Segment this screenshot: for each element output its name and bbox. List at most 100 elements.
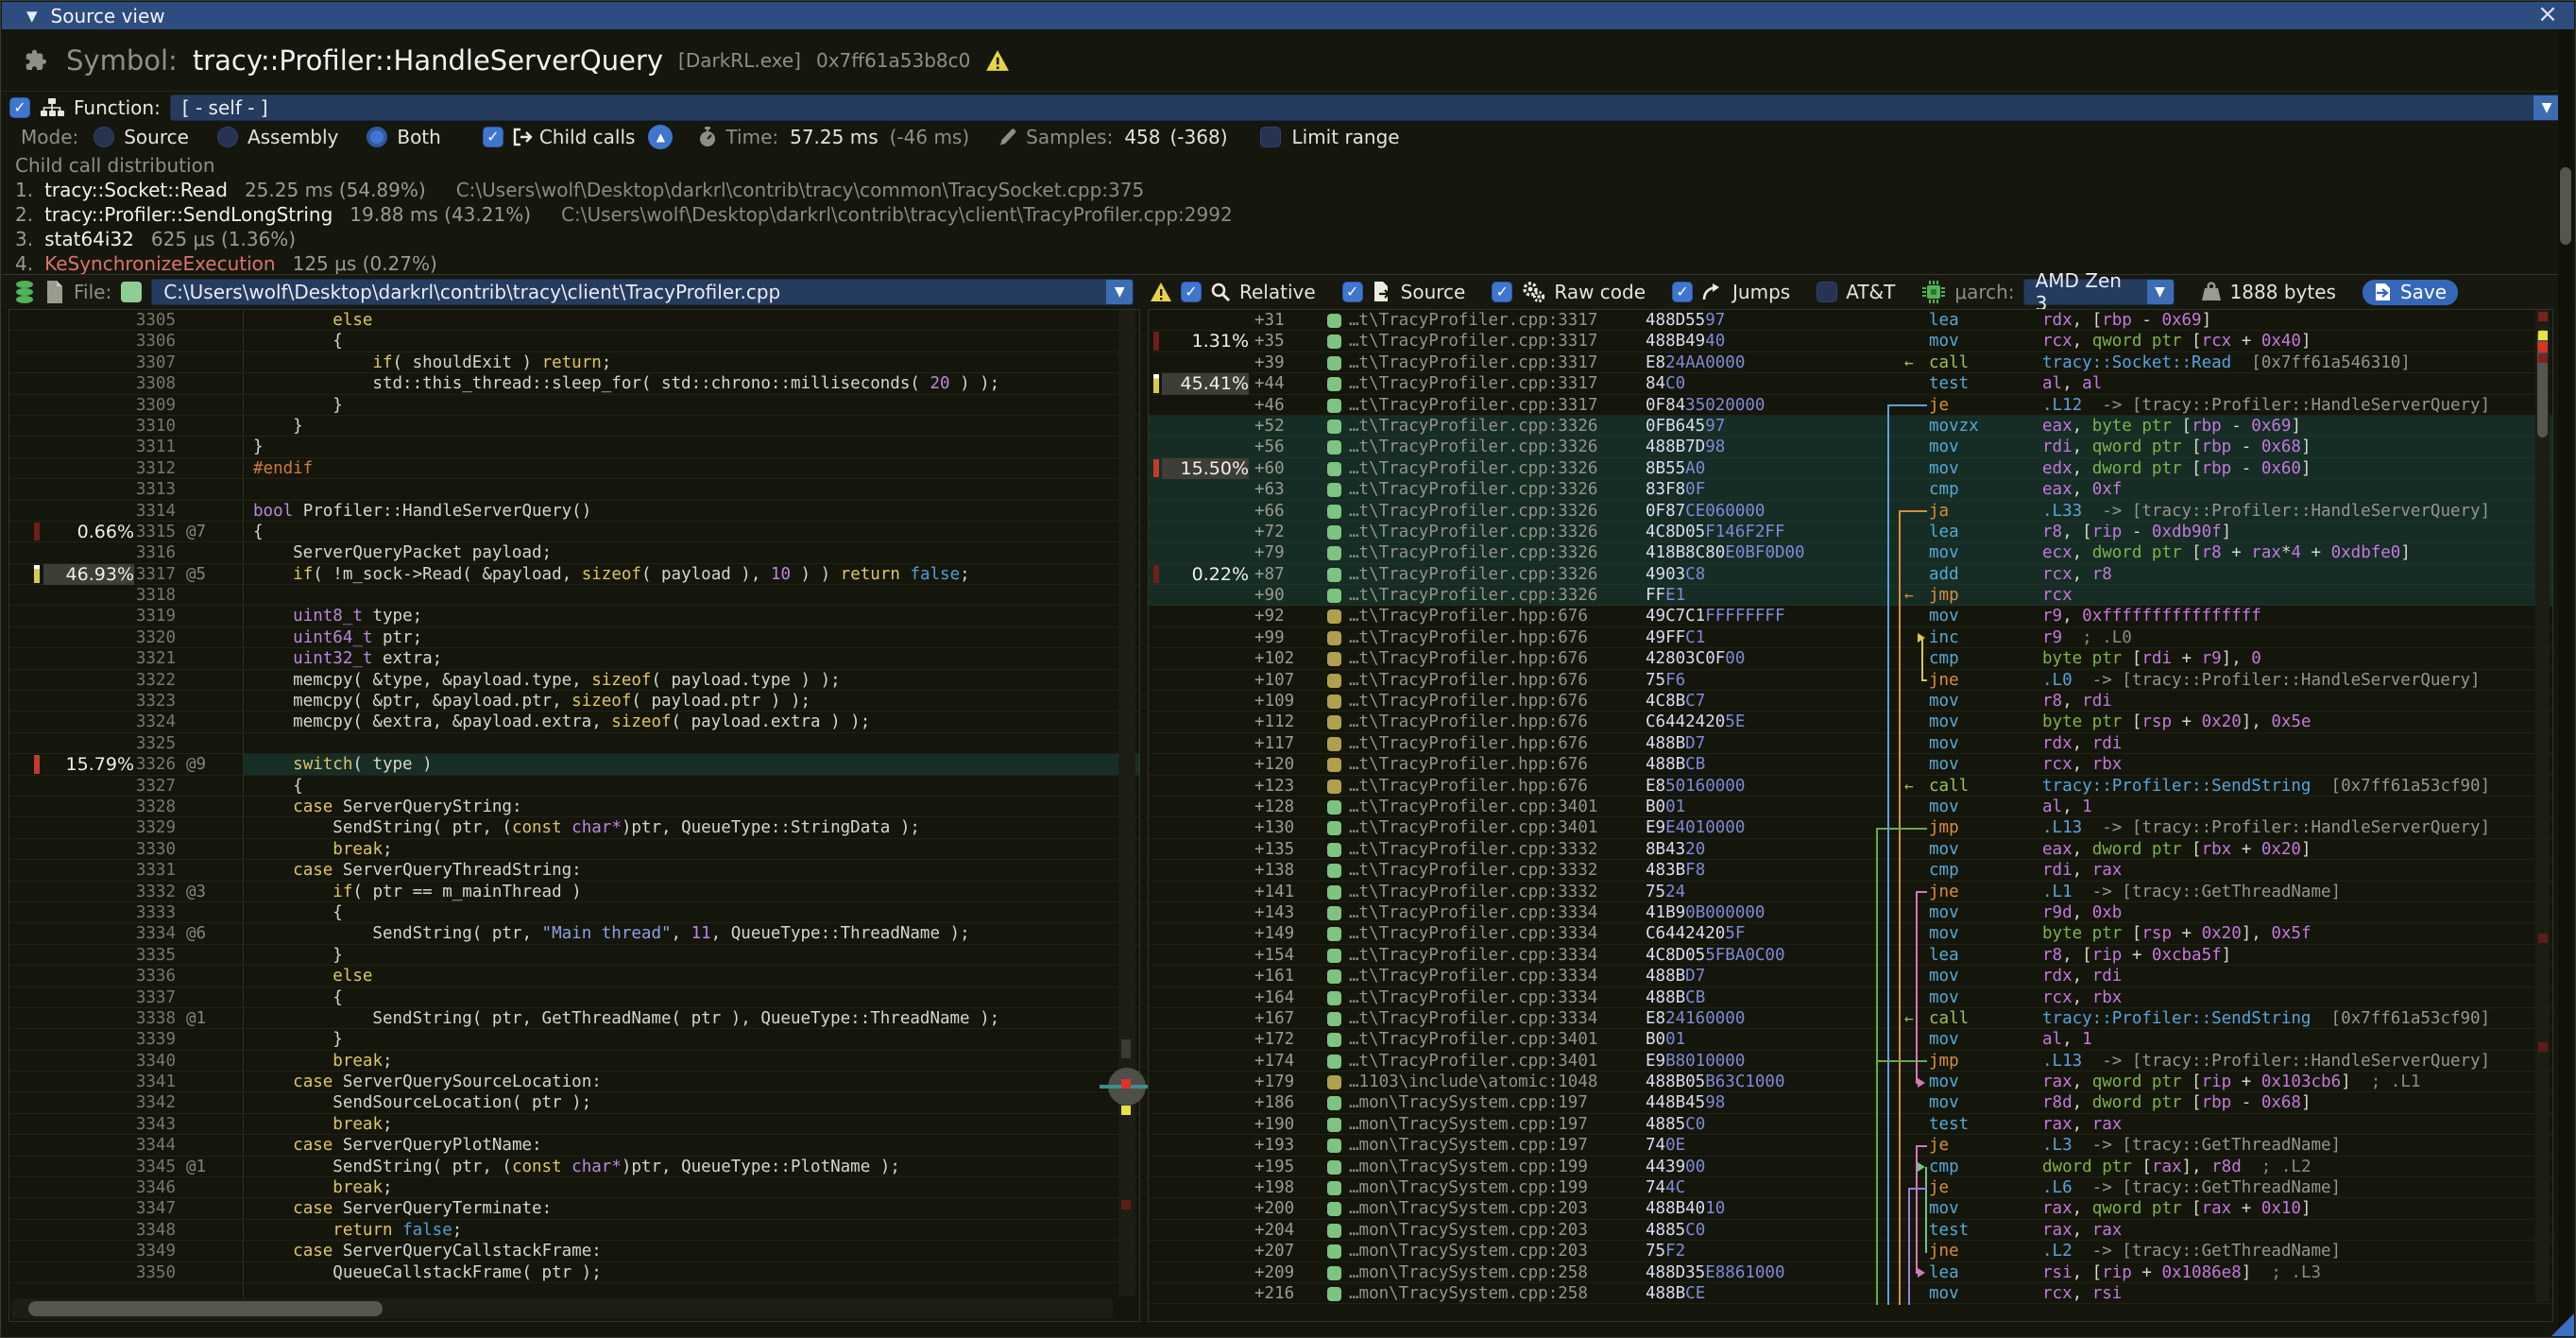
asm-instruction-row[interactable]: +141…t\TracyProfiler.cpp:33327524jne.L1 …	[1149, 882, 2552, 902]
source-line[interactable]: 3347 case ServerQueryTerminate:	[9, 1198, 1139, 1219]
source-line[interactable]: 3319 uint8_t type;	[9, 606, 1139, 626]
file-select[interactable]: C:\Users\wolf\Desktop\darkrl\contrib\tra…	[151, 279, 1134, 305]
asm-instruction-row[interactable]: +135…t\TracyProfiler.cpp:33328B4320movea…	[1149, 839, 2552, 860]
source-line[interactable]: 3309 }	[9, 395, 1139, 416]
asm-instruction-row[interactable]: 45.41%+44…t\TracyProfiler.cpp:331784C0te…	[1149, 373, 2552, 394]
source-line[interactable]: 3336 else	[9, 966, 1139, 986]
asm-instruction-row[interactable]: +190…mon\TracySystem.cpp:1974885C0testra…	[1149, 1114, 2552, 1135]
asm-instruction-row[interactable]: +149…t\TracyProfiler.cpp:3334C64424205Fm…	[1149, 923, 2552, 944]
relative-checkbox[interactable]: ✓	[1181, 282, 1202, 302]
chevron-down-icon[interactable]: ▼	[2147, 280, 2174, 304]
asm-instruction-row[interactable]: +56…t\TracyProfiler.cpp:3326488B7D98movr…	[1149, 437, 2552, 457]
asm-instruction-row[interactable]: +154…t\TracyProfiler.cpp:33344C8D055FBA0…	[1149, 945, 2552, 966]
source-line[interactable]: 3345@1 SendString( ptr, (const char*)ptr…	[9, 1157, 1139, 1177]
titlebar[interactable]: ▼ Source view ×	[2, 2, 2574, 29]
source-line[interactable]: 0.66%3315@7{	[9, 522, 1139, 542]
asm-instruction-row[interactable]: +193…mon\TracySystem.cpp:197740Eje.L3 ->…	[1149, 1135, 2552, 1156]
source-line[interactable]: 3312#endif	[9, 458, 1139, 479]
window-scroll-thumb[interactable]	[2560, 167, 2571, 245]
asm-instruction-row[interactable]: +216…mon\TracySystem.cpp:258488BCEmovrcx…	[1149, 1283, 2552, 1304]
source-line[interactable]: 3346 break;	[9, 1177, 1139, 1198]
asm-instruction-row[interactable]: +195…mon\TracySystem.cpp:199443900cmpdwo…	[1149, 1157, 2552, 1177]
source-line[interactable]: 3349 case ServerQueryCallstackFrame:	[9, 1241, 1139, 1261]
radio-assembly[interactable]	[217, 127, 238, 147]
raw-code-checkbox[interactable]: ✓	[1492, 282, 1512, 302]
asm-instruction-row[interactable]: +167…t\TracyProfiler.cpp:3334E824160000←…	[1149, 1008, 2552, 1029]
asm-instruction-row[interactable]: +92…t\TracyProfiler.hpp:67649C7C1FFFFFFF…	[1149, 606, 2552, 626]
source-line[interactable]: 3311}	[9, 437, 1139, 457]
asm-instruction-row[interactable]: +99…t\TracyProfiler.hpp:67649FFC1incr9 ;…	[1149, 627, 2552, 648]
source-line[interactable]: 3335 }	[9, 945, 1139, 966]
asm-instruction-row[interactable]: +200…mon\TracySystem.cpp:203488B4010movr…	[1149, 1198, 2552, 1219]
source-line[interactable]: 3340 break;	[9, 1051, 1139, 1072]
source-line[interactable]: 3324 memcpy( &extra, &payload.extra, siz…	[9, 712, 1139, 732]
jumps-checkbox[interactable]: ✓	[1672, 282, 1693, 302]
asm-instruction-row[interactable]: +52…t\TracyProfiler.cpp:33260FB64597movz…	[1149, 416, 2552, 437]
asm-instruction-row[interactable]: +130…t\TracyProfiler.cpp:3401E9E4010000j…	[1149, 817, 2552, 838]
collapse-child-calls-button[interactable]: ▲	[648, 125, 673, 149]
source-line[interactable]: 3321 uint32_t extra;	[9, 648, 1139, 669]
child-calls-checkbox[interactable]: ✓	[483, 127, 503, 147]
source-line[interactable]: 3348 return false;	[9, 1220, 1139, 1241]
asm-instruction-row[interactable]: +102…t\TracyProfiler.hpp:67642803C0F00cm…	[1149, 648, 2552, 669]
asm-instruction-row[interactable]: +79…t\TracyProfiler.cpp:3326418B8C80E0BF…	[1149, 542, 2552, 563]
asm-instruction-row[interactable]: +120…t\TracyProfiler.hpp:676488BCBmovrcx…	[1149, 754, 2552, 775]
source-line[interactable]: 3310 }	[9, 416, 1139, 437]
source-line[interactable]: 15.79%3326@9 switch( type )	[9, 754, 1139, 775]
source-line[interactable]: 3328 case ServerQueryString:	[9, 797, 1139, 817]
child-call-item[interactable]: 2.tracy::Profiler::SendLongString19.88 m…	[15, 202, 2559, 227]
chevron-down-icon[interactable]: ▼	[2533, 95, 2560, 120]
source-line[interactable]: 3332@3 if( ptr == m_mainThread )	[9, 882, 1139, 902]
source-line[interactable]: 3327 {	[9, 776, 1139, 797]
source-line[interactable]: 3306 {	[9, 331, 1139, 352]
function-checkbox[interactable]: ✓	[9, 97, 30, 118]
asm-instruction-row[interactable]: +138…t\TracyProfiler.cpp:3332483BF8cmprd…	[1149, 860, 2552, 881]
source-hscrollbar[interactable]	[11, 1298, 1113, 1319]
asm-instruction-row[interactable]: 1.31%+35…t\TracyProfiler.cpp:3317488B494…	[1149, 331, 2552, 352]
source-line[interactable]: 3344 case ServerQueryPlotName:	[9, 1135, 1139, 1156]
march-select[interactable]: AMD Zen 3 ▼	[2023, 279, 2175, 305]
asm-instruction-row[interactable]: +198…mon\TracySystem.cpp:199744Cje.L6 ->…	[1149, 1177, 2552, 1198]
source-line[interactable]: 3313	[9, 479, 1139, 500]
source-line[interactable]: 3331 case ServerQueryThreadString:	[9, 860, 1139, 881]
window-scrollbar[interactable]	[2558, 29, 2573, 1335]
source-line[interactable]: 3334@6 SendString( ptr, "Main thread", 1…	[9, 923, 1139, 944]
source-minimap[interactable]	[1118, 310, 1135, 1296]
chevron-down-icon[interactable]: ▼	[1106, 280, 1133, 304]
source-line[interactable]: 3342 SendSourceLocation( ptr );	[9, 1092, 1139, 1113]
source-line[interactable]: 3337 {	[9, 987, 1139, 1008]
function-select[interactable]: [ - self - ] ▼	[170, 94, 2561, 121]
asm-instruction-row[interactable]: +164…t\TracyProfiler.cpp:3334488BCBmovrc…	[1149, 987, 2552, 1008]
asm-instruction-row[interactable]: +179…1103\include\atomic:1048488B05B63C1…	[1149, 1072, 2552, 1092]
source-line[interactable]: 3339 }	[9, 1029, 1139, 1050]
source-line[interactable]: 3323 memcpy( &ptr, &payload.ptr, sizeof(…	[9, 691, 1139, 712]
asm-instruction-row[interactable]: +161…t\TracyProfiler.cpp:3334488BD7movrd…	[1149, 966, 2552, 986]
asm-instruction-row[interactable]: +172…t\TracyProfiler.cpp:3401B001moval, …	[1149, 1029, 2552, 1050]
radio-source[interactable]	[94, 127, 114, 147]
source-line[interactable]: 3305 else	[9, 310, 1139, 331]
source-line[interactable]: 3320 uint64_t ptr;	[9, 627, 1139, 648]
att-checkbox[interactable]	[1817, 282, 1837, 302]
asm-instruction-row[interactable]: +90…t\TracyProfiler.cpp:3326FFE1←jmprcx	[1149, 585, 2552, 606]
source-pane[interactable]: 3305 else3306 {3307 if( shouldExit ) ret…	[9, 309, 1140, 1322]
source-line[interactable]: 3308 std::this_thread::sleep_for( std::c…	[9, 373, 1139, 394]
source-checkbox[interactable]: ✓	[1342, 282, 1363, 302]
asm-instruction-row[interactable]: +63…t\TracyProfiler.cpp:332683F80Fcmpeax…	[1149, 479, 2552, 500]
close-icon[interactable]: ×	[2534, 2, 2561, 28]
source-line[interactable]: 3329 SendString( ptr, (const char*)ptr, …	[9, 817, 1139, 838]
resize-grip[interactable]	[2551, 1313, 2574, 1336]
asm-instruction-row[interactable]: +204…mon\TracySystem.cpp:2034885C0testra…	[1149, 1220, 2552, 1241]
limit-range-checkbox[interactable]	[1260, 127, 1281, 147]
source-hscroll-thumb[interactable]	[28, 1301, 383, 1316]
source-line[interactable]: 3325	[9, 733, 1139, 754]
radio-both[interactable]	[367, 127, 387, 147]
child-call-item[interactable]: 3.stat64i32625 μs (1.36%)	[15, 227, 2559, 251]
source-line[interactable]: 46.93%3317@5 if( !m_sock->Read( &payload…	[9, 564, 1139, 585]
collapse-icon[interactable]: ▼	[26, 8, 38, 25]
asm-instruction-row[interactable]: 0.22%+87…t\TracyProfiler.cpp:33264903C8a…	[1149, 564, 2552, 585]
asm-instruction-row[interactable]: +209…mon\TracySystem.cpp:258488D35E88610…	[1149, 1262, 2552, 1283]
source-line[interactable]: 3343 break;	[9, 1114, 1139, 1135]
source-line[interactable]: 3316 ServerQueryPacket payload;	[9, 542, 1139, 563]
source-line[interactable]: 3307 if( shouldExit ) return;	[9, 352, 1139, 373]
source-line[interactable]: 3338@1 SendString( ptr, GetThreadName( p…	[9, 1008, 1139, 1029]
